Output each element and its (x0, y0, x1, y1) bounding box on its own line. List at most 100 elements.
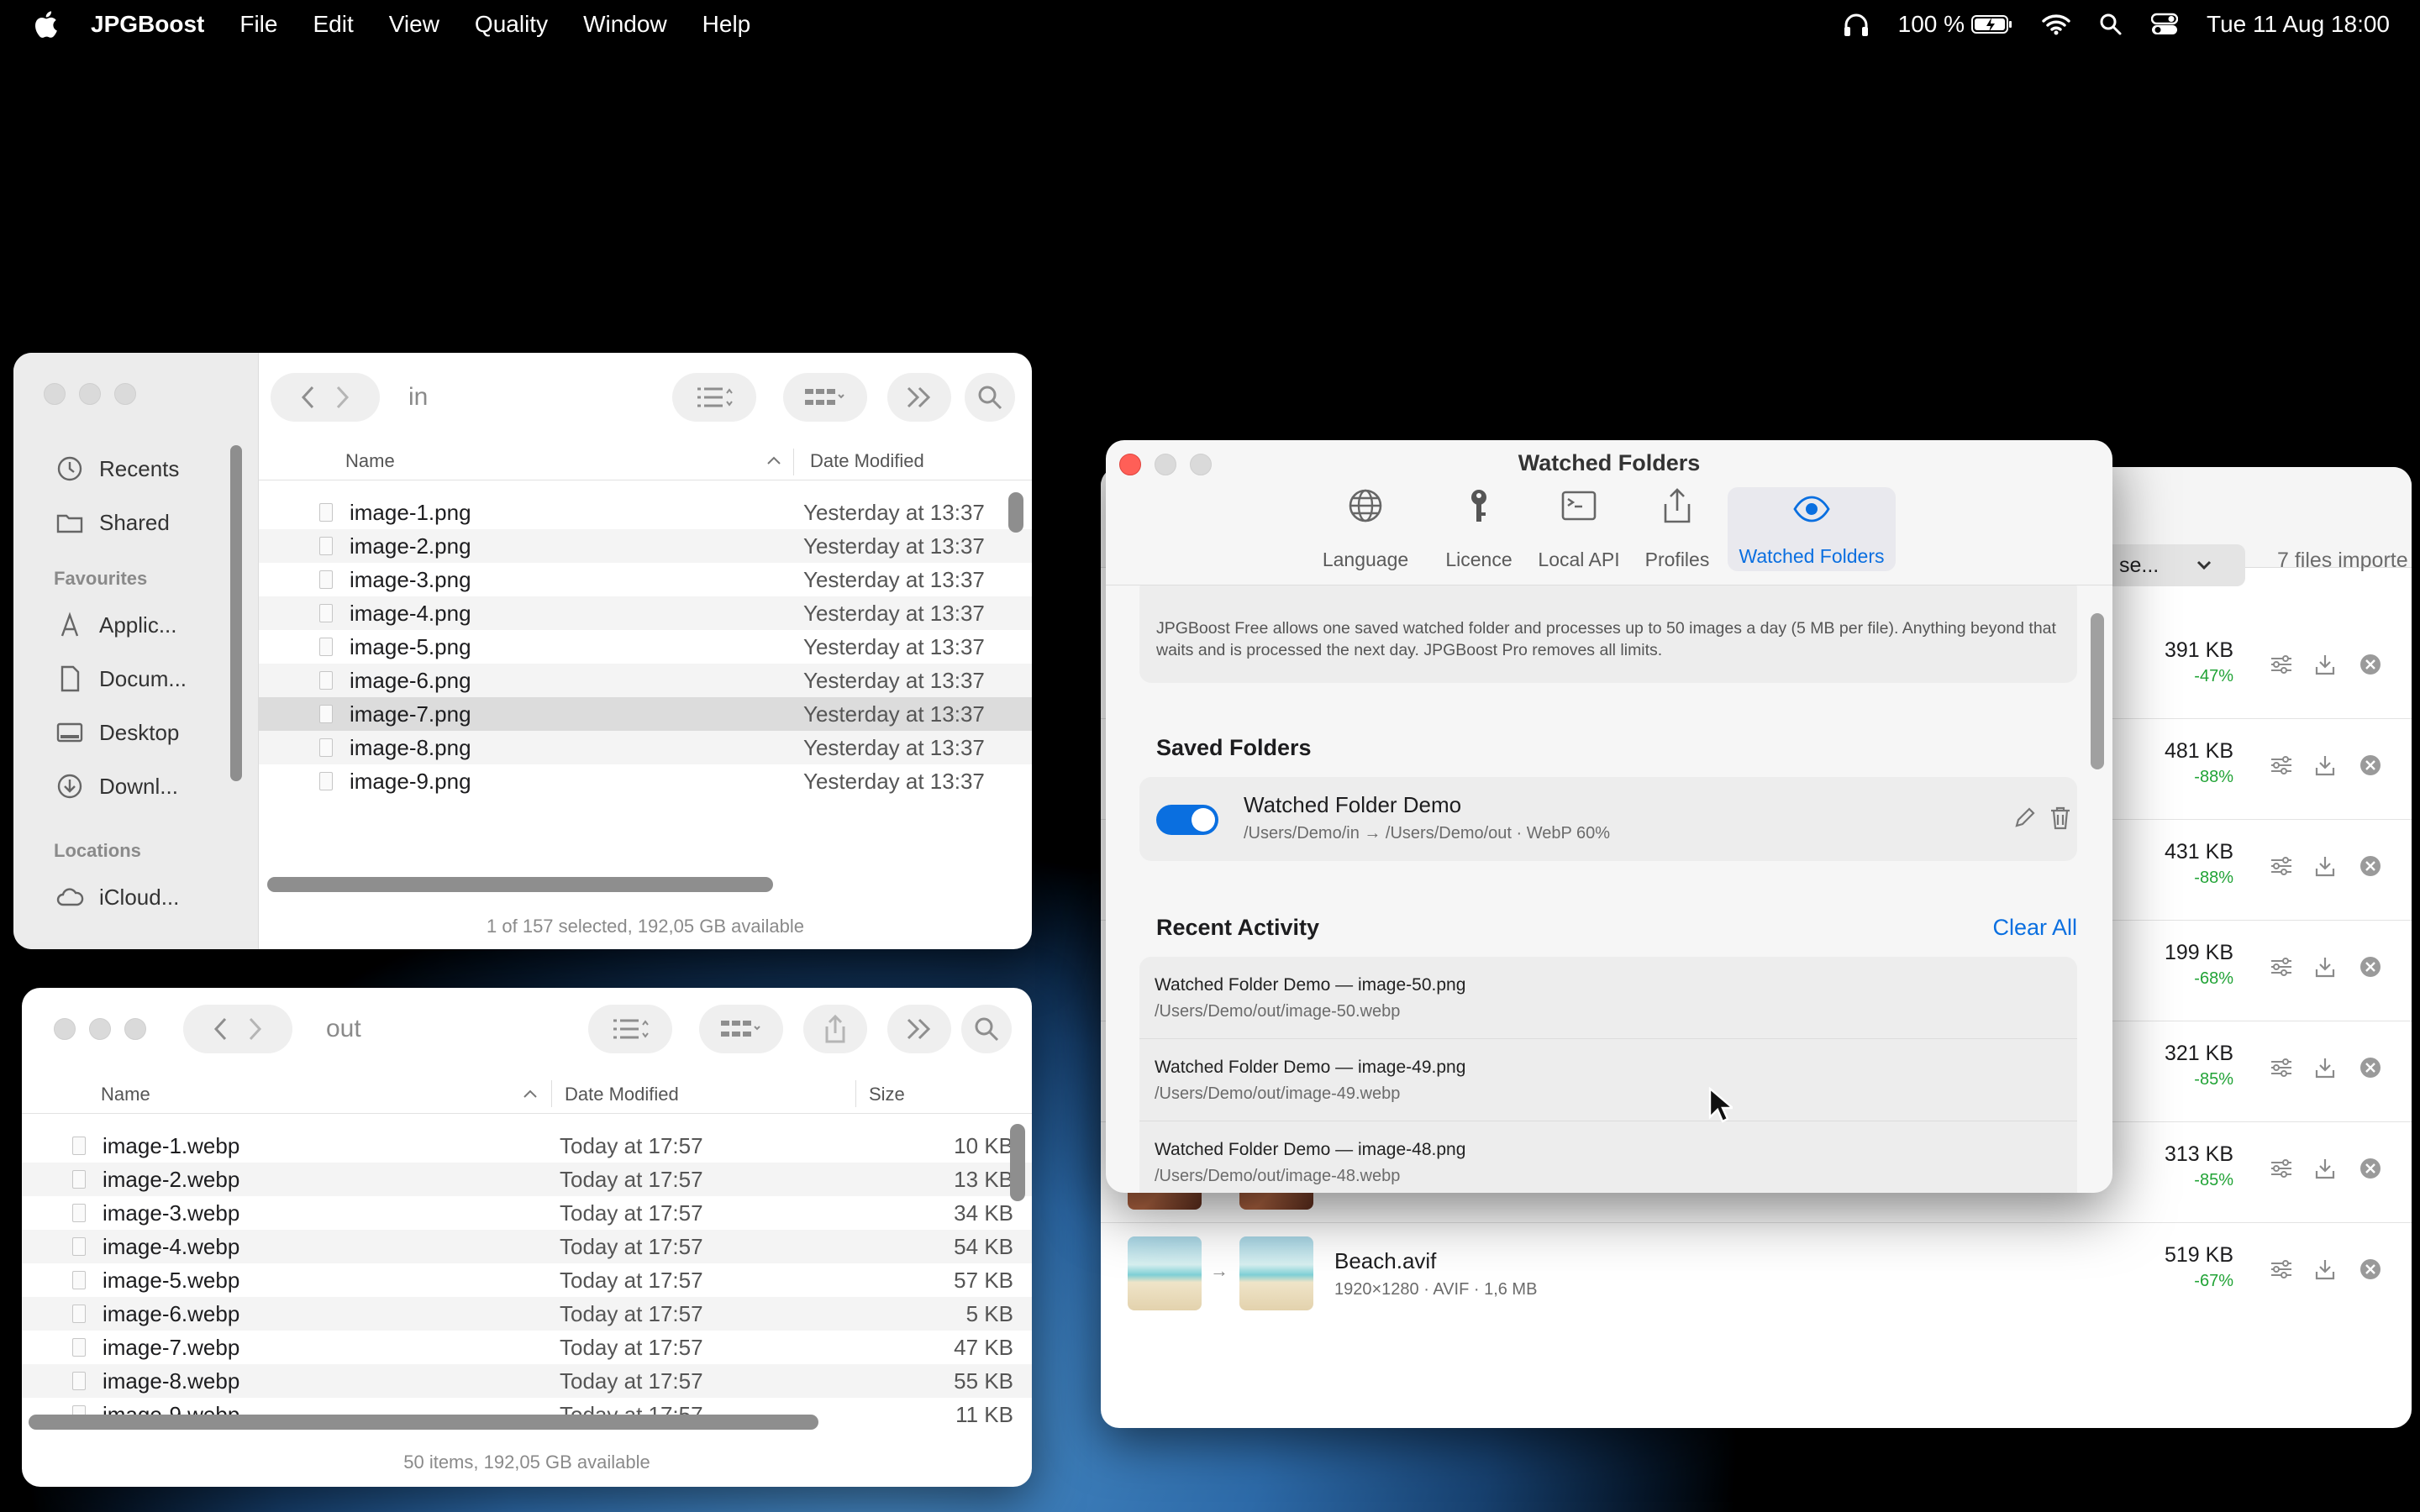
sidebar-item-downloads[interactable]: Downl... (13, 759, 258, 813)
saved-folder-card[interactable]: Watched Folder Demo /Users/Demo/in → /Us… (1139, 777, 2077, 861)
sort-ascending-icon[interactable] (766, 455, 781, 465)
list-item[interactable]: → Beach.avif 1920×1280 · AVIF · 1,6 MB 5… (1101, 1223, 2412, 1324)
sidebar-item-shared[interactable]: Shared (13, 496, 258, 549)
table-row[interactable]: image-3.webp Today at 17:57 34 KB (22, 1196, 1032, 1230)
table-row[interactable]: image-7.webp Today at 17:57 47 KB (22, 1331, 1032, 1364)
battery-status[interactable]: 100 % (1898, 11, 2013, 38)
table-row[interactable]: image-9.png Yesterday at 13:37 (259, 764, 1032, 798)
clock[interactable]: Tue 11 Aug 18:00 (2207, 11, 2390, 38)
group-button[interactable] (783, 373, 867, 422)
apple-icon[interactable] (32, 10, 59, 39)
column-name[interactable]: Name (345, 450, 395, 472)
table-row[interactable]: image-8.webp Today at 17:57 55 KB (22, 1364, 1032, 1398)
chevron-right-icon[interactable] (334, 385, 350, 410)
save-download-icon[interactable] (2312, 652, 2338, 677)
tab-local-api[interactable]: Local API (1533, 487, 1625, 571)
minimize-button[interactable] (89, 1018, 111, 1040)
table-row[interactable]: image-6.png Yesterday at 13:37 (259, 664, 1032, 697)
search-button[interactable] (961, 1005, 1012, 1053)
chevron-right-icon[interactable] (246, 1016, 263, 1042)
remove-icon[interactable] (2358, 853, 2383, 879)
adjust-settings-icon[interactable] (2269, 1156, 2294, 1181)
save-download-icon[interactable] (2312, 954, 2338, 979)
search-icon[interactable] (2099, 13, 2123, 36)
table-row[interactable]: image-6.webp Today at 17:57 5 KB (22, 1297, 1032, 1331)
folder-enabled-toggle[interactable] (1156, 805, 1218, 835)
app-menu[interactable]: JPGBoost (91, 11, 204, 38)
column-divider[interactable] (793, 449, 794, 475)
chevron-left-icon[interactable] (300, 385, 317, 410)
preset-dropdown[interactable]: se... (2102, 544, 2245, 586)
activity-item[interactable]: Watched Folder Demo — image-50.png/Users… (1139, 957, 2077, 1039)
more-toolbar-button[interactable] (887, 373, 951, 422)
close-button[interactable] (44, 383, 66, 405)
zoom-button[interactable] (124, 1018, 146, 1040)
table-row[interactable]: image-4.webp Today at 17:57 54 KB (22, 1230, 1032, 1263)
save-download-icon[interactable] (2312, 1156, 2338, 1181)
menu-view[interactable]: View (389, 11, 439, 38)
table-row[interactable]: image-2.png Yesterday at 13:37 (259, 529, 1032, 563)
tab-language[interactable]: Language (1319, 487, 1412, 571)
nav-back-forward[interactable] (271, 373, 380, 422)
column-name[interactable]: Name (101, 1084, 150, 1105)
tab-profiles[interactable]: Profiles (1637, 487, 1718, 571)
adjust-settings-icon[interactable] (2269, 1257, 2294, 1282)
chevron-left-icon[interactable] (213, 1016, 229, 1042)
vertical-scrollbar[interactable] (1008, 492, 1023, 533)
remove-icon[interactable] (2358, 1055, 2383, 1080)
wifi-icon[interactable] (2042, 13, 2070, 35)
table-row[interactable]: image-7.png Yesterday at 13:37 (259, 697, 1032, 731)
save-download-icon[interactable] (2312, 853, 2338, 879)
zoom-button[interactable] (114, 383, 136, 405)
table-row[interactable]: image-1.webp Today at 17:57 10 KB (22, 1129, 1032, 1163)
tab-licence[interactable]: Licence (1439, 487, 1519, 571)
remove-icon[interactable] (2358, 753, 2383, 778)
horizontal-scrollbar[interactable] (267, 877, 773, 892)
group-button[interactable] (699, 1005, 783, 1053)
table-row[interactable]: image-1.png Yesterday at 13:37 (259, 496, 1032, 529)
column-divider[interactable] (551, 1080, 552, 1107)
nav-back-forward[interactable] (183, 1005, 292, 1053)
table-row[interactable]: image-8.png Yesterday at 13:37 (259, 731, 1032, 764)
adjust-settings-icon[interactable] (2269, 1055, 2294, 1080)
remove-icon[interactable] (2358, 1156, 2383, 1181)
view-options-button[interactable] (672, 373, 756, 422)
menu-window[interactable]: Window (583, 11, 667, 38)
sidebar-item-documents[interactable]: Docum... (13, 652, 258, 706)
sidebar-item-applications[interactable]: Applic... (13, 598, 258, 652)
menu-edit[interactable]: Edit (313, 11, 353, 38)
menu-quality[interactable]: Quality (475, 11, 548, 38)
column-date-modified[interactable]: Date Modified (565, 1084, 679, 1105)
adjust-settings-icon[interactable] (2269, 753, 2294, 778)
save-download-icon[interactable] (2312, 753, 2338, 778)
column-date-modified[interactable]: Date Modified (810, 450, 924, 472)
vertical-scrollbar[interactable] (1010, 1124, 1025, 1201)
sidebar-item-icloud[interactable]: iCloud... (13, 870, 258, 924)
remove-icon[interactable] (2358, 1257, 2383, 1282)
save-download-icon[interactable] (2312, 1257, 2338, 1282)
table-row[interactable]: image-5.webp Today at 17:57 57 KB (22, 1263, 1032, 1297)
remove-icon[interactable] (2358, 954, 2383, 979)
sort-ascending-icon[interactable] (523, 1089, 538, 1099)
adjust-settings-icon[interactable] (2269, 853, 2294, 879)
clear-all-button[interactable]: Clear All (1992, 915, 2077, 941)
adjust-settings-icon[interactable] (2269, 652, 2294, 677)
table-row[interactable]: image-5.png Yesterday at 13:37 (259, 630, 1032, 664)
activity-item[interactable]: Watched Folder Demo — image-48.png/Users… (1139, 1121, 2077, 1193)
remove-icon[interactable] (2358, 652, 2383, 677)
control-center-icon[interactable] (2151, 13, 2179, 36)
pencil-icon[interactable] (2013, 807, 2035, 829)
sidebar-item-desktop[interactable]: Desktop (13, 706, 258, 759)
trash-icon[interactable] (2049, 806, 2072, 831)
horizontal-scrollbar[interactable] (29, 1415, 818, 1430)
more-toolbar-button[interactable] (887, 1005, 951, 1053)
table-row[interactable]: image-2.webp Today at 17:57 13 KB (22, 1163, 1032, 1196)
settings-scrollbar[interactable] (2091, 613, 2104, 769)
column-divider[interactable] (855, 1080, 856, 1107)
menu-help[interactable]: Help (702, 11, 751, 38)
activity-item[interactable]: Watched Folder Demo — image-49.png/Users… (1139, 1039, 2077, 1121)
save-download-icon[interactable] (2312, 1055, 2338, 1080)
adjust-settings-icon[interactable] (2269, 954, 2294, 979)
tab-watched-folders[interactable]: Watched Folders (1728, 487, 1896, 571)
view-options-button[interactable] (588, 1005, 672, 1053)
